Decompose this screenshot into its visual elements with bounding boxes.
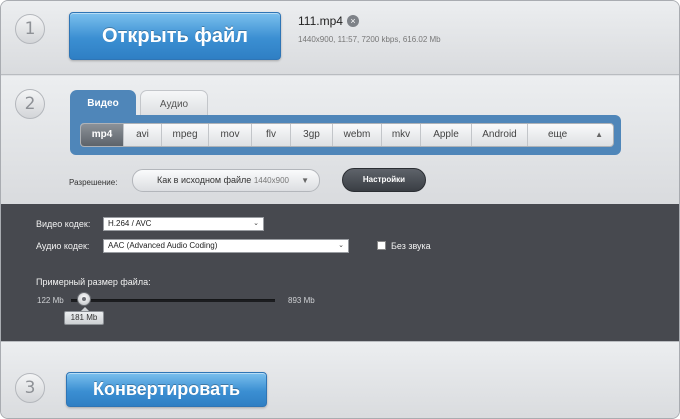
tab-video[interactable]: Видео <box>70 90 136 117</box>
format-webm[interactable]: webm <box>333 124 382 146</box>
size-current-badge: 181 Mb <box>64 307 104 325</box>
chevron-down-icon: ⌄ <box>253 220 259 227</box>
chevron-down-icon: ⌄ <box>338 242 344 249</box>
audio-codec-label: Аудио кодек: <box>36 241 90 251</box>
converter-window: 1 Открыть файл 111.mp4 × 1440x900, 11:57… <box>0 0 680 419</box>
video-codec-select[interactable]: H.264 / AVC ⌄ <box>103 217 264 231</box>
open-file-button[interactable]: Открыть файл <box>69 12 281 60</box>
remove-file-icon[interactable]: × <box>347 15 359 27</box>
format-bar: mp4 avi mpeg mov flv 3gp webm mkv Apple … <box>80 123 614 147</box>
resolution-label: Разрешение: <box>69 178 118 187</box>
format-mpeg[interactable]: mpeg <box>162 124 209 146</box>
chevron-down-icon: ▼ <box>301 176 309 185</box>
format-apple[interactable]: Apple <box>421 124 472 146</box>
audio-codec-select[interactable]: AAC (Advanced Audio Coding) ⌄ <box>103 239 349 253</box>
step1-number: 1 <box>15 14 45 44</box>
format-mkv[interactable]: mkv <box>382 124 421 146</box>
step2-number: 2 <box>15 89 45 119</box>
file-meta: 1440x900, 11:57, 7200 kbps, 616.02 Mb <box>298 35 441 44</box>
format-android[interactable]: Android <box>472 124 528 146</box>
audio-codec-value: AAC (Advanced Audio Coding) <box>108 241 218 250</box>
mute-checkbox[interactable] <box>377 241 386 250</box>
settings-button[interactable]: Настройки <box>342 168 426 192</box>
resolution-value: Как в исходном файле <box>157 175 252 185</box>
mute-label: Без звука <box>391 241 431 251</box>
format-3gp[interactable]: 3gp <box>291 124 333 146</box>
step3-number: 3 <box>15 373 45 403</box>
size-max-label: 893 Mb <box>288 296 315 305</box>
file-size-slider[interactable] <box>71 299 275 302</box>
format-mp4[interactable]: mp4 <box>81 124 124 146</box>
file-size-label: Примерный размер файла: <box>36 277 151 287</box>
tab-audio[interactable]: Аудио <box>140 90 208 117</box>
convert-button[interactable]: Конвертировать <box>66 372 267 407</box>
size-min-label: 122 Mb <box>37 296 64 305</box>
up-down-arrows-icon: ▲▼ <box>595 130 603 139</box>
resolution-dim: 1440x900 <box>253 176 289 185</box>
video-codec-label: Видео кодек: <box>36 219 91 229</box>
format-avi[interactable]: avi <box>124 124 162 146</box>
video-codec-value: H.264 / AVC <box>108 219 152 228</box>
format-more-label: еще <box>548 129 568 140</box>
format-more[interactable]: еще ▲▼ <box>528 124 613 146</box>
file-name: 111.mp4 <box>298 14 343 28</box>
slider-handle[interactable] <box>77 292 91 306</box>
resolution-select[interactable]: Как в исходном файле 1440x900 ▼ <box>132 169 320 192</box>
format-flv[interactable]: flv <box>252 124 291 146</box>
format-mov[interactable]: mov <box>209 124 252 146</box>
